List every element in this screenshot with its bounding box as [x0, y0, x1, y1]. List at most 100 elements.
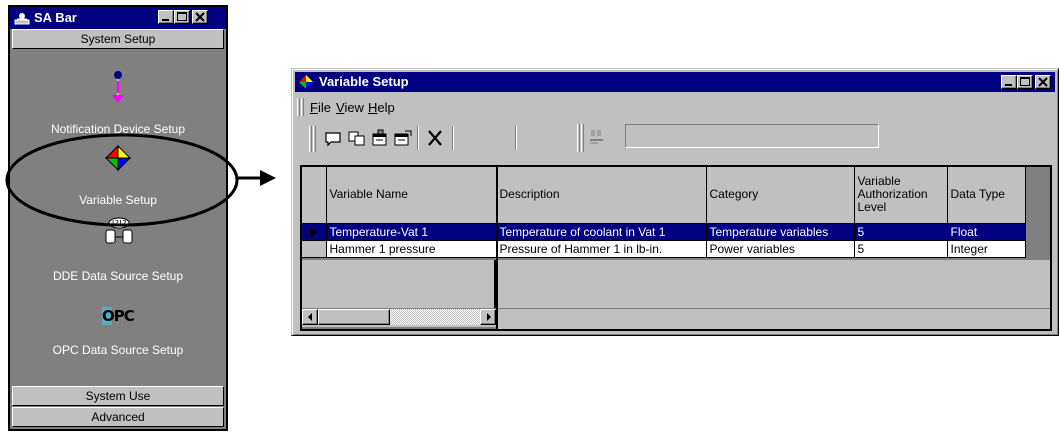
menu-file-hotkey: F — [310, 100, 318, 115]
find-button[interactable] — [586, 127, 608, 147]
cell-data-type[interactable]: Float — [947, 223, 1026, 241]
maximize-icon — [1020, 77, 1030, 86]
toolbar-separator — [515, 126, 517, 150]
sa-bar-item-label: Notification Device Setup — [50, 122, 186, 136]
toolbar-grip[interactable] — [309, 126, 312, 152]
row-indicator[interactable] — [302, 223, 327, 241]
toolbar-grip[interactable] — [313, 126, 316, 152]
row-indicator[interactable] — [302, 240, 327, 258]
cell-variable-name[interactable]: Hammer 1 pressure — [326, 240, 497, 258]
table-row[interactable]: Temperature-Vat 1 Temperature of coolant… — [302, 223, 1026, 241]
sa-bar-minimize-button[interactable] — [158, 10, 174, 24]
column-header-description[interactable]: Description — [496, 167, 707, 224]
scroll-right-icon — [487, 313, 491, 321]
table-row[interactable]: Hammer 1 pressure Pressure of Hammer 1 i… — [302, 240, 1026, 258]
toolbar-separator — [452, 126, 454, 150]
edit-properties-icon — [394, 130, 412, 146]
table-header-row: Variable Name Description Category Varia… — [302, 167, 1026, 224]
cell-description[interactable]: Pressure of Hammer 1 in lb-in. — [496, 240, 707, 258]
variable-setup-minimize-button[interactable] — [1001, 75, 1017, 89]
cell-description[interactable]: Temperature of coolant in Vat 1 — [496, 223, 707, 241]
menu-help-hotkey: H — [368, 100, 378, 115]
current-row-pointer-icon — [310, 226, 317, 238]
menu-help-rest: elp — [377, 100, 395, 115]
menu-help[interactable]: Help — [368, 100, 395, 115]
cell-authorization-level[interactable]: 5 — [854, 223, 948, 241]
notification-device-icon — [112, 71, 124, 103]
section-system-use[interactable]: System Use — [12, 386, 224, 406]
copy-icon — [348, 131, 365, 146]
row-indicator-header — [302, 167, 327, 224]
close-icon — [1038, 77, 1048, 87]
grid-bottom-area — [498, 309, 1050, 329]
column-header-data-type[interactable]: Data Type — [947, 167, 1026, 224]
grid-empty-area — [498, 260, 1050, 308]
sa-bar-item-dde-data-source-setup[interactable]: !?!? DDE Data Source Setup — [10, 209, 226, 285]
opc-data-source-icon: OPC — [102, 307, 136, 325]
sa-bar-item-label: DDE Data Source Setup — [52, 269, 184, 283]
find-input[interactable] — [625, 124, 879, 148]
sa-bar-titlebar[interactable]: SA Bar — [10, 7, 226, 29]
properties-icon — [372, 129, 387, 146]
delete-button[interactable] — [424, 128, 446, 148]
section-advanced[interactable]: Advanced — [12, 407, 224, 427]
menubar-grip[interactable] — [297, 98, 300, 116]
opc-icon-text: OPC — [102, 307, 135, 325]
menu-file[interactable]: File — [310, 100, 331, 115]
find-bar-grip[interactable] — [581, 124, 584, 152]
menu-view-rest: iew — [344, 100, 364, 115]
delete-icon — [428, 130, 442, 146]
copy-button[interactable] — [346, 128, 368, 148]
minimize-icon — [162, 19, 169, 21]
variables-grid: Variable Name Description Category Varia… — [300, 165, 1052, 331]
variable-setup-titlebar[interactable]: Variable Setup — [295, 72, 1055, 92]
variable-setup-app-icon — [299, 75, 313, 89]
scroll-track[interactable] — [390, 309, 480, 325]
sa-bar-item-variable-setup[interactable]: Variable Setup — [10, 139, 226, 209]
frozen-pane-scrollbar[interactable] — [302, 309, 496, 327]
sa-bar-item-notification-device-setup[interactable]: Notification Device Setup — [10, 55, 226, 139]
toolbar-separator — [417, 126, 419, 150]
scroll-left-icon — [308, 313, 312, 321]
column-header-category[interactable]: Category — [706, 167, 855, 224]
close-icon — [195, 12, 205, 22]
callout-arrow-head — [260, 170, 276, 186]
sa-bar-item-opc-data-source-setup[interactable]: OPC OPC Data Source Setup — [10, 285, 226, 359]
new-icon — [325, 132, 341, 147]
variables-grid-inner: Variable Name Description Category Varia… — [302, 167, 1050, 329]
variables-table: Variable Name Description Category Varia… — [302, 167, 1026, 258]
cell-data-type[interactable]: Integer — [947, 240, 1026, 258]
sa-bar-close-button[interactable] — [192, 10, 208, 24]
cell-variable-name[interactable]: Temperature-Vat 1 — [326, 223, 497, 241]
sa-bar-maximize-button[interactable] — [174, 10, 190, 24]
scroll-thumb[interactable] — [318, 309, 390, 325]
menu-view[interactable]: View — [336, 100, 364, 115]
maximize-icon — [177, 12, 187, 21]
variable-setup-window: Variable Setup File View Help Variable N… — [291, 68, 1059, 336]
sa-bar-app-icon — [14, 13, 30, 25]
properties-button[interactable] — [369, 128, 391, 148]
dde-data-source-icon: !?!? — [105, 217, 133, 244]
frozen-pane-divider[interactable] — [496, 167, 498, 329]
column-header-variable-name[interactable]: Variable Name — [326, 167, 497, 224]
section-system-setup[interactable]: System Setup — [12, 29, 224, 49]
cell-category[interactable]: Power variables — [706, 240, 855, 258]
svg-text:!?!?: !?!? — [112, 219, 127, 228]
scroll-right-button[interactable] — [480, 309, 496, 325]
new-button[interactable] — [323, 128, 345, 148]
edit-properties-button[interactable] — [392, 128, 414, 148]
cell-authorization-level[interactable]: 5 — [854, 240, 948, 258]
menu-bar: File View Help — [295, 96, 1055, 118]
column-header-authorization-level[interactable]: Variable Authorization Level — [854, 167, 948, 224]
cell-category[interactable]: Temperature variables — [706, 223, 855, 241]
find-bar-grip[interactable] — [577, 124, 580, 152]
scroll-left-button[interactable] — [302, 309, 318, 325]
sa-bar-item-label: Variable Setup — [79, 193, 157, 207]
minimize-icon — [1005, 84, 1012, 86]
sa-bar-window: SA Bar System Setup Notification Device … — [8, 5, 228, 431]
variable-setup-title: Variable Setup — [319, 74, 409, 89]
menu-file-rest: ile — [317, 100, 331, 115]
menubar-grip[interactable] — [301, 98, 304, 116]
variable-setup-close-button[interactable] — [1035, 75, 1051, 89]
variable-setup-maximize-button[interactable] — [1017, 75, 1033, 89]
